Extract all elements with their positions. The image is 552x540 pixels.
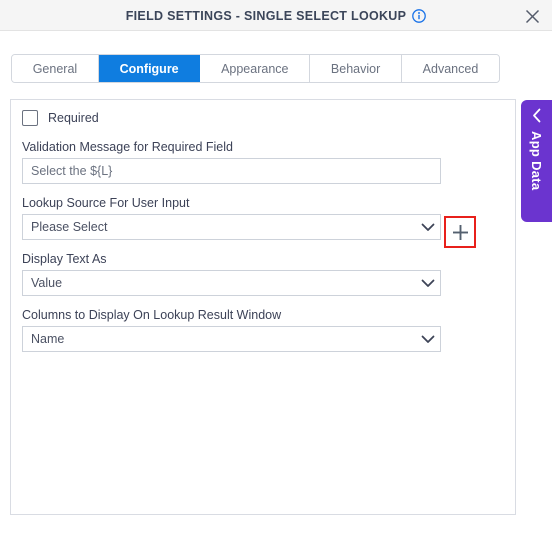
columns-to-display-value: Name xyxy=(31,332,65,346)
display-text-as-value: Value xyxy=(31,276,63,290)
lookup-source-label: Lookup Source For User Input xyxy=(22,196,190,210)
chevron-down-icon xyxy=(416,223,440,232)
columns-to-display-label: Columns to Display On Lookup Result Wind… xyxy=(22,308,282,322)
chevron-down-icon xyxy=(416,335,440,344)
required-checkbox-row: Required xyxy=(22,110,99,126)
page-title: FIELD SETTINGS - SINGLE SELECT LOOKUP xyxy=(125,8,407,23)
required-label: Required xyxy=(48,111,99,125)
settings-tabs: General Configure Appearance Behavior Ad… xyxy=(11,54,500,83)
info-circle-icon[interactable] xyxy=(412,8,427,23)
app-data-label: App Data xyxy=(529,131,544,191)
lookup-source-select[interactable]: Please Select xyxy=(22,214,441,240)
validation-message-input[interactable] xyxy=(22,158,441,184)
tab-appearance[interactable]: Appearance xyxy=(200,55,311,82)
tab-configure[interactable]: Configure xyxy=(98,55,201,82)
tab-advanced[interactable]: Advanced xyxy=(401,55,499,82)
chevron-left-icon xyxy=(532,108,542,123)
tab-behavior[interactable]: Behavior xyxy=(310,55,402,82)
app-data-panel-toggle[interactable]: App Data xyxy=(521,100,552,222)
dialog-title-group: FIELD SETTINGS - SINGLE SELECT LOOKUP xyxy=(0,0,552,31)
validation-message-label: Validation Message for Required Field xyxy=(22,140,233,154)
add-lookup-source-highlight xyxy=(444,216,476,248)
lookup-source-value: Please Select xyxy=(31,220,108,234)
chevron-down-icon xyxy=(416,279,440,288)
close-icon[interactable] xyxy=(522,6,542,26)
configure-panel: Required Validation Message for Required… xyxy=(10,99,516,515)
add-lookup-source-button[interactable] xyxy=(446,218,474,246)
display-text-as-select[interactable]: Value xyxy=(22,270,441,296)
required-checkbox[interactable] xyxy=(22,110,38,126)
display-text-as-label: Display Text As xyxy=(22,252,107,266)
plus-icon xyxy=(452,224,469,241)
columns-to-display-select[interactable]: Name xyxy=(22,326,441,352)
tab-general[interactable]: General xyxy=(12,55,99,82)
dialog-title-bar: FIELD SETTINGS - SINGLE SELECT LOOKUP xyxy=(0,0,552,31)
